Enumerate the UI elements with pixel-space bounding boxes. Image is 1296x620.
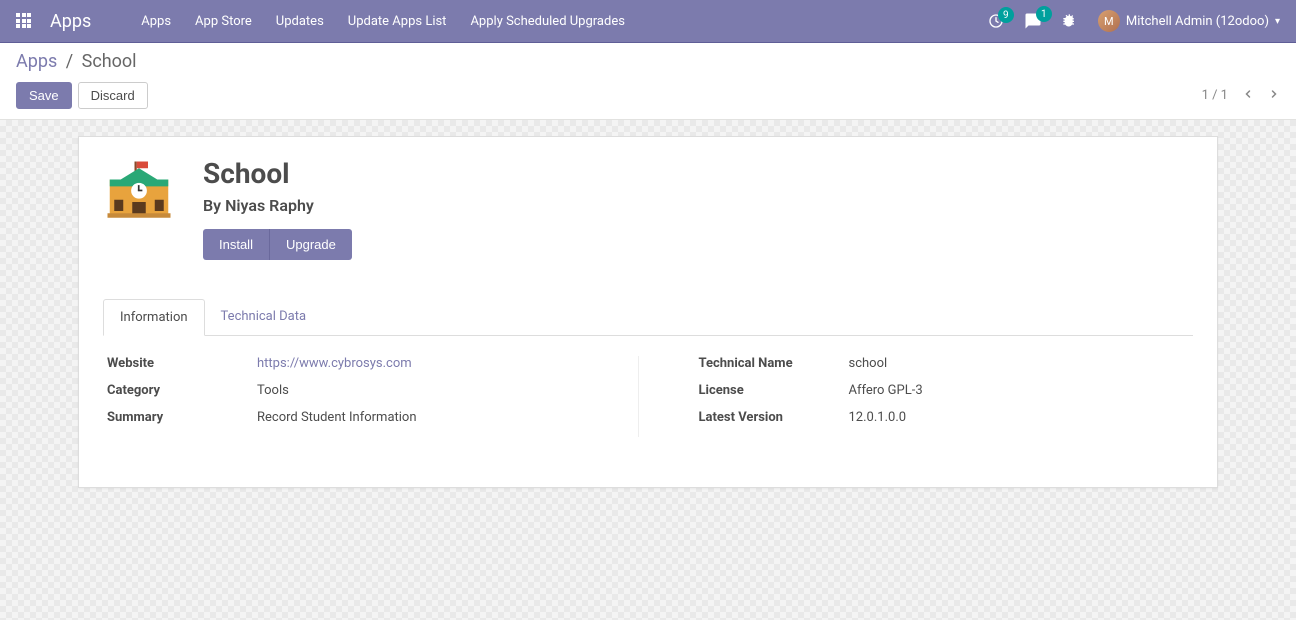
page-body: School By Niyas Raphy Install Upgrade In… (0, 120, 1296, 620)
category-label: Category (107, 383, 257, 398)
user-menu[interactable]: M Mitchell Admin (12odoo) ▾ (1098, 10, 1280, 32)
pager-next[interactable] (1268, 88, 1280, 104)
pager-count: 1 / 1 (1202, 88, 1228, 103)
menu-apps[interactable]: Apps (141, 14, 171, 29)
control-bar: Apps / School Save Discard 1 / 1 (0, 43, 1296, 120)
license-label: License (699, 383, 849, 398)
debug-icon[interactable] (1062, 13, 1078, 29)
menu-apply-scheduled-upgrades[interactable]: Apply Scheduled Upgrades (470, 14, 625, 29)
summary-value: Record Student Information (257, 410, 417, 425)
form-sheet: School By Niyas Raphy Install Upgrade In… (78, 136, 1218, 488)
main-menu: Apps App Store Updates Update Apps List … (141, 14, 625, 29)
messages-icon[interactable]: 1 (1024, 12, 1042, 30)
tabs: Information Technical Data (103, 298, 1193, 336)
discard-button[interactable]: Discard (78, 82, 148, 109)
pager: 1 / 1 (1202, 88, 1280, 104)
upgrade-button[interactable]: Upgrade (269, 229, 352, 260)
record-title: School (203, 157, 352, 190)
apps-grid-icon[interactable] (16, 13, 32, 29)
activity-icon[interactable]: 9 (988, 13, 1004, 29)
tab-technical-data[interactable]: Technical Data (205, 299, 323, 336)
user-name: Mitchell Admin (12odoo) (1126, 14, 1269, 29)
menu-app-store[interactable]: App Store (195, 14, 252, 29)
record-author: By Niyas Raphy (203, 196, 352, 215)
pager-prev[interactable] (1242, 88, 1254, 104)
latest-version-value: 12.0.1.0.0 (849, 410, 907, 425)
info-grid: Website https://www.cybrosys.com Categor… (103, 356, 1193, 437)
breadcrumb-current: School (82, 51, 137, 72)
breadcrumb-root[interactable]: Apps (16, 51, 57, 72)
author-name: Niyas Raphy (225, 196, 314, 215)
caret-down-icon: ▾ (1275, 16, 1280, 27)
tab-information[interactable]: Information (103, 299, 205, 336)
app-icon (103, 157, 175, 229)
breadcrumb-sep: / (66, 51, 73, 72)
website-label: Website (107, 356, 257, 371)
technical-name-label: Technical Name (699, 356, 849, 371)
menu-updates[interactable]: Updates (276, 14, 324, 29)
save-button[interactable]: Save (16, 82, 72, 109)
avatar: M (1098, 10, 1120, 32)
technical-name-value: school (849, 356, 888, 371)
action-button-group: Install Upgrade (203, 229, 352, 260)
license-value: Affero GPL-3 (849, 383, 923, 398)
breadcrumb: Apps / School (16, 51, 1280, 72)
menu-update-apps-list[interactable]: Update Apps List (348, 14, 447, 29)
website-value[interactable]: https://www.cybrosys.com (257, 356, 412, 371)
install-button[interactable]: Install (203, 229, 269, 260)
top-navbar: Apps Apps App Store Updates Update Apps … (0, 0, 1296, 43)
author-prefix: By (203, 196, 225, 215)
activity-badge: 9 (998, 7, 1014, 23)
category-value: Tools (257, 383, 289, 398)
latest-version-label: Latest Version (699, 410, 849, 425)
messages-badge: 1 (1036, 6, 1052, 22)
brand-title[interactable]: Apps (50, 11, 91, 32)
summary-label: Summary (107, 410, 257, 425)
